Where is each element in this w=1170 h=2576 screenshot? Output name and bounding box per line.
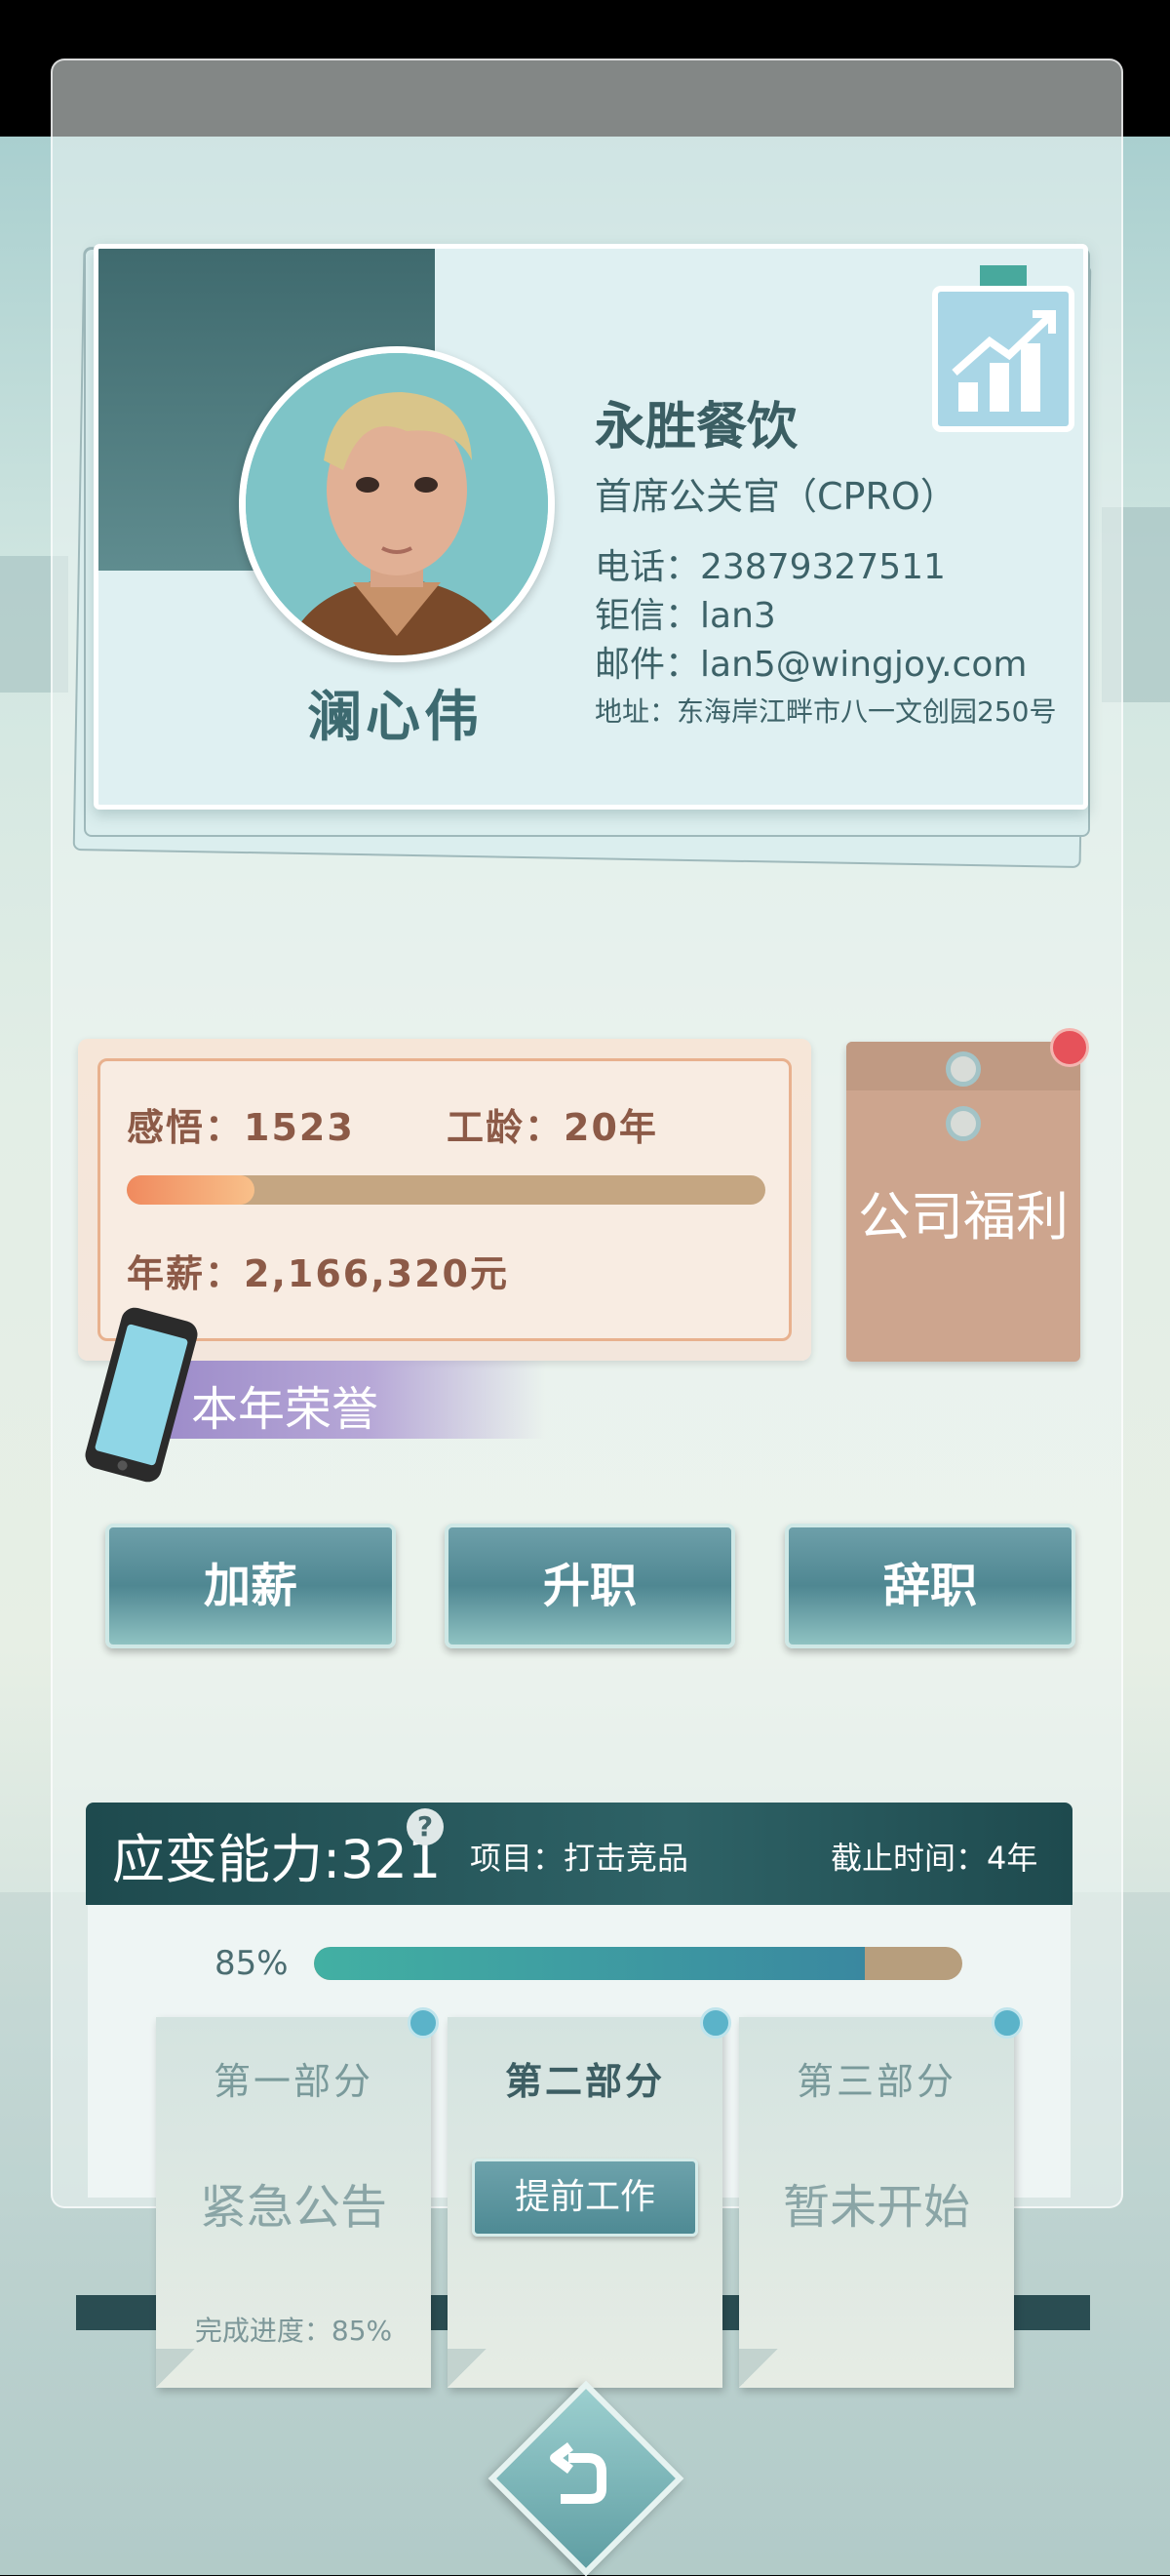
annual-salary: 年薪：2,166,320元 bbox=[127, 1252, 509, 1295]
part-card-2[interactable]: 第二部分 提前工作 bbox=[448, 2017, 722, 2388]
challenge-progress-fill bbox=[314, 1947, 866, 1980]
salary-progress-bar bbox=[127, 1175, 765, 1205]
part-3-status: 暂未开始 bbox=[782, 2180, 970, 2235]
address: 地址：东海岸江畔市八一文创园250号 bbox=[595, 695, 1057, 728]
job-title: 首席公关官（CPRO） bbox=[595, 475, 957, 518]
pin-icon bbox=[408, 2007, 439, 2039]
back-arrow-icon[interactable] bbox=[541, 2438, 619, 2517]
company-welfare-label: 公司福利 bbox=[858, 1186, 1069, 1248]
company-name: 永胜餐饮 bbox=[595, 398, 799, 456]
seniority-value: 工龄：20年 bbox=[447, 1106, 658, 1149]
part-1-progress: 完成进度：85% bbox=[194, 2315, 393, 2347]
part-1-title: 第一部分 bbox=[213, 2060, 373, 2103]
part-card-1[interactable]: 第一部分 紧急公告 完成进度：85% bbox=[156, 2017, 431, 2388]
phone-icon[interactable] bbox=[78, 1302, 205, 1487]
avatar[interactable] bbox=[239, 346, 555, 662]
project-name: 项目：打击竞品 bbox=[470, 1840, 689, 1877]
ability-score: 应变能力:321 bbox=[112, 1829, 442, 1890]
raise-salary-button[interactable]: 加薪 bbox=[105, 1524, 396, 1648]
salary-progress-fill bbox=[127, 1175, 254, 1205]
challenge-percent: 85% bbox=[214, 1944, 289, 1983]
insight-value: 感悟：1523 bbox=[127, 1106, 355, 1149]
avatar-portrait bbox=[246, 353, 548, 655]
help-icon[interactable]: ? bbox=[407, 1808, 444, 1845]
work-early-button[interactable]: 提前工作 bbox=[472, 2159, 698, 2237]
phone-number: 电话：23879327511 bbox=[595, 547, 946, 587]
envelope-clasp-top bbox=[946, 1051, 981, 1087]
part-card-3[interactable]: 第三部分 暂未开始 bbox=[739, 2017, 1014, 2388]
promote-button[interactable]: 升职 bbox=[445, 1524, 735, 1648]
part-2-title: 第二部分 bbox=[504, 2060, 665, 2103]
part-1-status: 紧急公告 bbox=[199, 2180, 387, 2235]
chat-id: 钜信：lan3 bbox=[595, 596, 776, 636]
page-fold bbox=[448, 2349, 487, 2388]
part-3-title: 第三部分 bbox=[796, 2060, 956, 2103]
email-address: 邮件：lan5@wingjoy.com bbox=[595, 645, 1028, 685]
resign-button[interactable]: 辞职 bbox=[785, 1524, 1075, 1648]
pin-icon bbox=[700, 2007, 731, 2039]
envelope-clasp-bottom bbox=[946, 1106, 981, 1141]
challenge-progress-bar bbox=[314, 1947, 962, 1980]
growth-chart-icon bbox=[932, 265, 1074, 432]
person-name: 澜心伟 bbox=[307, 686, 483, 749]
deadline: 截止时间：4年 bbox=[831, 1840, 1038, 1877]
company-welfare-button[interactable]: 公司福利 bbox=[846, 1042, 1080, 1362]
pin-icon bbox=[992, 2007, 1023, 2039]
page-fold bbox=[156, 2349, 195, 2388]
notification-dot bbox=[1050, 1028, 1089, 1067]
annual-honor-label: 本年荣誉 bbox=[191, 1382, 379, 1437]
page-fold bbox=[739, 2349, 778, 2388]
